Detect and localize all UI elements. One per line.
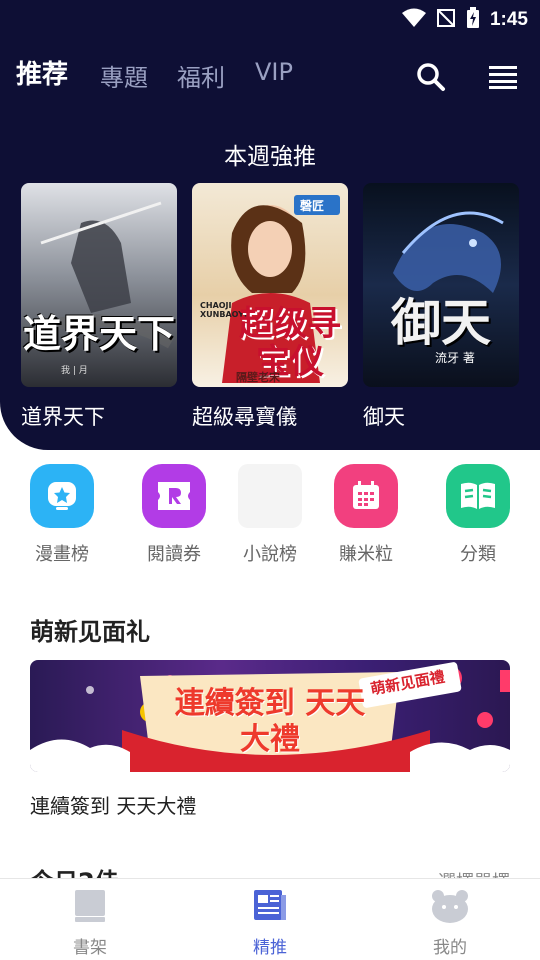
bottom-nav: 書架 精推 我的: [0, 878, 540, 960]
quick-earn-rice[interactable]: 賺米粒: [326, 464, 406, 566]
bottom-tab-label: 書架: [73, 938, 107, 958]
bookshelf-icon: [74, 890, 106, 927]
tab-vip[interactable]: VIP: [255, 58, 293, 86]
cover-author: 隔壁老宋: [236, 371, 280, 384]
wifi-icon: [401, 8, 426, 32]
quick-label: 分類: [460, 544, 496, 565]
bottom-tab-profile[interactable]: 我的: [400, 889, 500, 958]
bottom-tab-label: 我的: [433, 938, 467, 958]
banner-headline: 連續簽到 天天大禮: [174, 686, 366, 757]
ticket-r-icon: [142, 464, 206, 528]
status-bar: 1:45: [0, 0, 540, 38]
quick-label: 漫畫榜: [35, 544, 89, 565]
quick-label: 賺米粒: [339, 544, 393, 565]
quick-novel-rank[interactable]: 小說榜: [230, 464, 310, 566]
blank-icon: [238, 464, 302, 528]
profile-icon: [430, 890, 470, 927]
book-card[interactable]: 御天 流牙 著 御天: [363, 183, 519, 431]
quick-comic-rank[interactable]: 漫畫榜: [22, 464, 102, 566]
book-card[interactable]: 磬匠 CHAOJI XUNBAOYI 超级寻宝仪 隔壁老宋 超級尋寶儀: [192, 183, 348, 431]
book-open-icon: [446, 464, 510, 528]
battery-charging-icon: [466, 7, 480, 33]
welcome-gift-banner[interactable]: 連續簽到 天天大禮 萌新见面禮: [30, 660, 510, 772]
no-signal-icon: [436, 8, 456, 32]
cover-badge: 磬匠: [300, 199, 325, 213]
banner-caption: 連續簽到 天天大禮: [30, 794, 197, 818]
tab-recommend[interactable]: 推荐: [16, 54, 68, 91]
cover-author: 流牙 著: [435, 351, 475, 365]
book-title[interactable]: 道界天下: [21, 401, 177, 431]
calendar-icon: [334, 464, 398, 528]
book-cover[interactable]: 磬匠 CHAOJI XUNBAOYI 超级寻宝仪 隔壁老宋: [192, 183, 348, 387]
cover-title: 道界天下: [22, 311, 175, 356]
book-card[interactable]: 道界天下 我 | 月 道界天下: [21, 183, 177, 431]
bottom-tab-bookshelf[interactable]: 書架: [40, 889, 140, 958]
book-title[interactable]: 超級尋寶儀: [192, 401, 348, 431]
quick-label: 小說榜: [243, 544, 297, 565]
top-nav: 推荐 專題 福利 VIP: [16, 54, 540, 94]
menu-icon[interactable]: [488, 64, 518, 94]
book-cover[interactable]: 道界天下 我 | 月: [21, 183, 177, 387]
star-badge-icon: [30, 464, 94, 528]
tab-welfare[interactable]: 福利: [177, 58, 225, 93]
tab-topics[interactable]: 專題: [100, 58, 148, 93]
status-time: 1:45: [489, 9, 528, 30]
welcome-gift-heading: 萌新见面礼: [30, 618, 150, 646]
quick-label: 閱讀券: [147, 544, 201, 565]
cover-author: 我 | 月: [61, 366, 88, 376]
book-cover[interactable]: 御天 流牙 著: [363, 183, 519, 387]
quick-category[interactable]: 分類: [438, 464, 518, 566]
bottom-tab-label: 精推: [253, 938, 287, 958]
featured-icon: [253, 890, 287, 927]
cover-title: 御天: [391, 293, 491, 352]
weekly-picks-title: 本週強推: [224, 144, 316, 170]
book-title[interactable]: 御天: [363, 401, 519, 431]
quick-reading-coupon[interactable]: 閱讀券: [134, 464, 214, 566]
bottom-tab-featured[interactable]: 精推: [220, 889, 320, 958]
search-icon[interactable]: [416, 62, 446, 96]
